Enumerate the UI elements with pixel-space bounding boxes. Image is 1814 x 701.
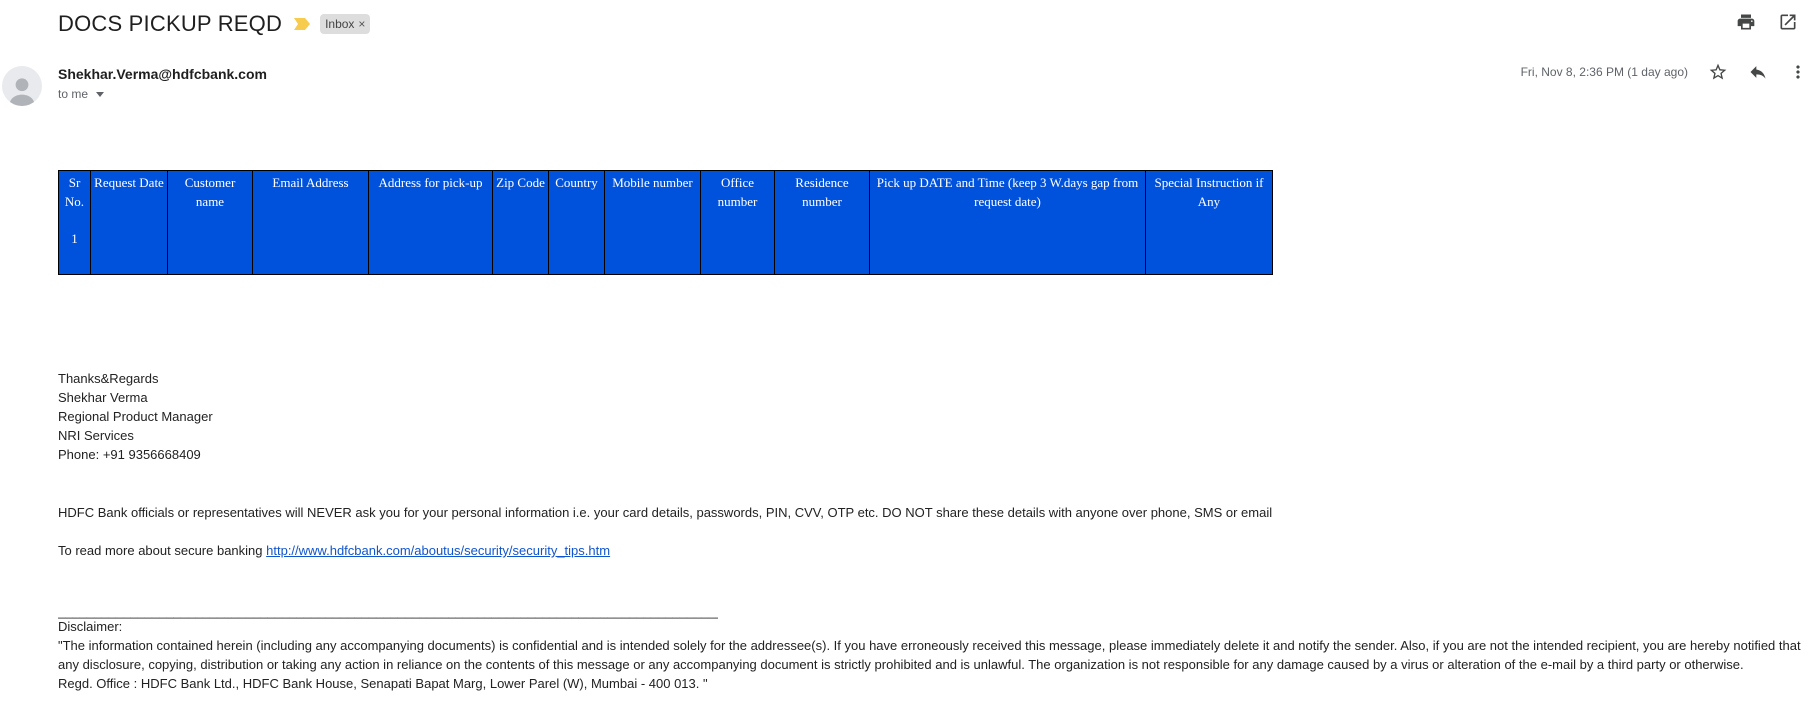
- header-cell-country: Country: [548, 170, 605, 275]
- registered-office: Regd. Office : HDFC Bank Ltd., HDFC Bank…: [58, 676, 708, 691]
- header-cell-customer-name: Customer name: [167, 170, 253, 275]
- default-avatar-icon: [9, 78, 35, 106]
- inbox-label-chip[interactable]: Inbox ×: [320, 14, 371, 34]
- signature-closing: Thanks&Regards: [58, 371, 159, 386]
- header-cell-special-instruction: Special Instruction if Any: [1145, 170, 1273, 275]
- message-date: Fri, Nov 8, 2:36 PM (1 day ago): [1520, 65, 1688, 79]
- open-in-new-window-icon[interactable]: [1778, 12, 1798, 32]
- header-cell-sr-no: Sr No.: [64, 175, 85, 209]
- signature-phone: Phone: +91 9356668409: [58, 447, 201, 462]
- header-cell-address-for-pickup: Address for pick-up: [368, 170, 493, 275]
- header-cell-pickup-date-time: Pick up DATE and Time (keep 3 W.days gap…: [869, 170, 1146, 275]
- importance-marker-icon[interactable]: [294, 18, 311, 30]
- signature-title: Regional Product Manager: [58, 409, 213, 424]
- star-icon[interactable]: [1708, 62, 1728, 82]
- email-subject: DOCS PICKUP REQD: [58, 11, 283, 36]
- print-icon[interactable]: [1736, 12, 1756, 32]
- disclaimer-block: Disclaimer: "The information contained h…: [58, 617, 1814, 693]
- readmore-prefix: To read more about secure banking: [58, 543, 267, 558]
- disclaimer-title: Disclaimer:: [58, 619, 123, 634]
- remove-label-icon[interactable]: ×: [358, 17, 365, 31]
- message-meta: Fri, Nov 8, 2:36 PM (1 day ago): [1521, 62, 1814, 82]
- header-cell-request-date: Request Date: [90, 170, 168, 275]
- recipients-text: to me: [58, 87, 89, 101]
- table-header-row: Sr No. 1 Request Date Customer name Emai…: [58, 170, 1273, 275]
- signature-name: Shekhar Verma: [58, 390, 148, 405]
- sender-address[interactable]: Shekhar.Verma@hdfcbank.com: [58, 66, 267, 82]
- recipients-summary: to me: [58, 87, 105, 101]
- signature-department: NRI Services: [58, 428, 134, 443]
- row-sr-value: 1: [71, 231, 78, 246]
- signature-block: Thanks&Regards Shekhar Verma Regional Pr…: [58, 369, 213, 464]
- security-tips-link[interactable]: http://www.hdfcbank.com/aboutus/security…: [266, 543, 610, 558]
- header-cell-mobile-number: Mobile number: [604, 170, 701, 275]
- pickup-request-table: Sr No. 1 Request Date Customer name Emai…: [58, 170, 1273, 275]
- security-readmore: To read more about secure banking http:/…: [58, 541, 610, 560]
- show-details-caret-icon[interactable]: [96, 91, 105, 97]
- reply-icon[interactable]: [1748, 62, 1768, 82]
- disclaimer-text: "The information contained herein (inclu…: [58, 638, 1801, 672]
- header-cell: Sr No. 1: [58, 170, 91, 275]
- header-cell-email-address: Email Address: [252, 170, 369, 275]
- security-warning: HDFC Bank officials or representatives w…: [58, 505, 1273, 520]
- header-cell-zip-code: Zip Code: [492, 170, 549, 275]
- sender-avatar[interactable]: [2, 66, 42, 106]
- header-cell-residence-number: Residence number: [774, 170, 870, 275]
- message-actions: [1708, 62, 1808, 82]
- thread-actions: [1736, 12, 1798, 32]
- header-cell-office-number: Office number: [700, 170, 775, 275]
- more-vertical-icon[interactable]: [1788, 62, 1808, 82]
- inbox-label-text: Inbox: [325, 17, 355, 31]
- subject-row: DOCS PICKUP REQD Inbox ×: [58, 8, 371, 40]
